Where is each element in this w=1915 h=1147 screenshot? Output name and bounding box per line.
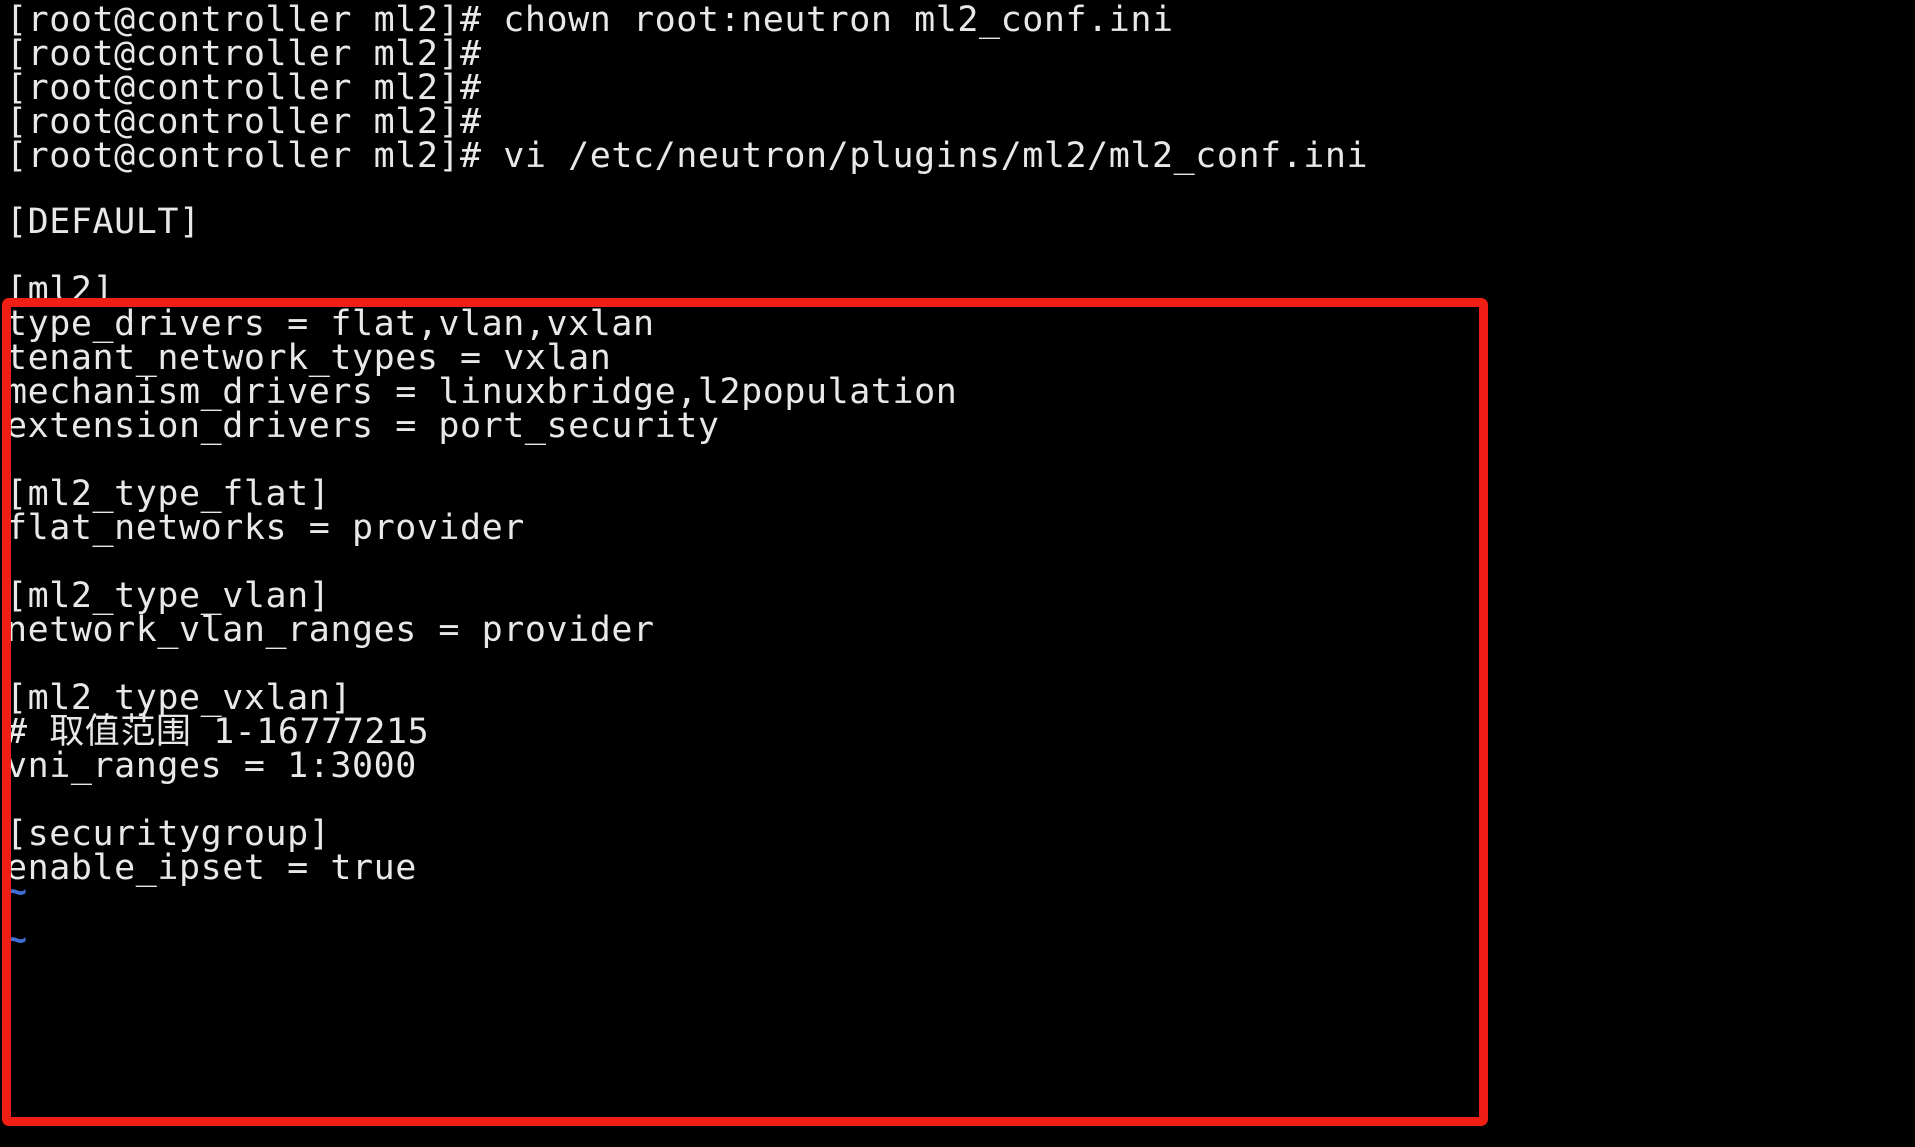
config-section-default: [DEFAULT] [6,202,201,242]
config-line: vni_ranges = 1:3000 [6,746,417,786]
terminal-window: [root@controller ml2]# chown root:neutro… [0,0,1915,1147]
config-line: network_vlan_ranges = provider [6,610,655,650]
terminal-prompt-line: [root@controller ml2]# vi /etc/neutron/p… [6,136,1369,176]
config-line: enable_ipset = true [6,848,417,888]
config-line: flat_networks = provider [6,508,525,548]
config-line: extension_drivers = port_security [6,406,720,446]
vim-empty-line-marker: ~ [6,920,28,960]
vim-empty-line-marker: ~ [6,872,28,912]
